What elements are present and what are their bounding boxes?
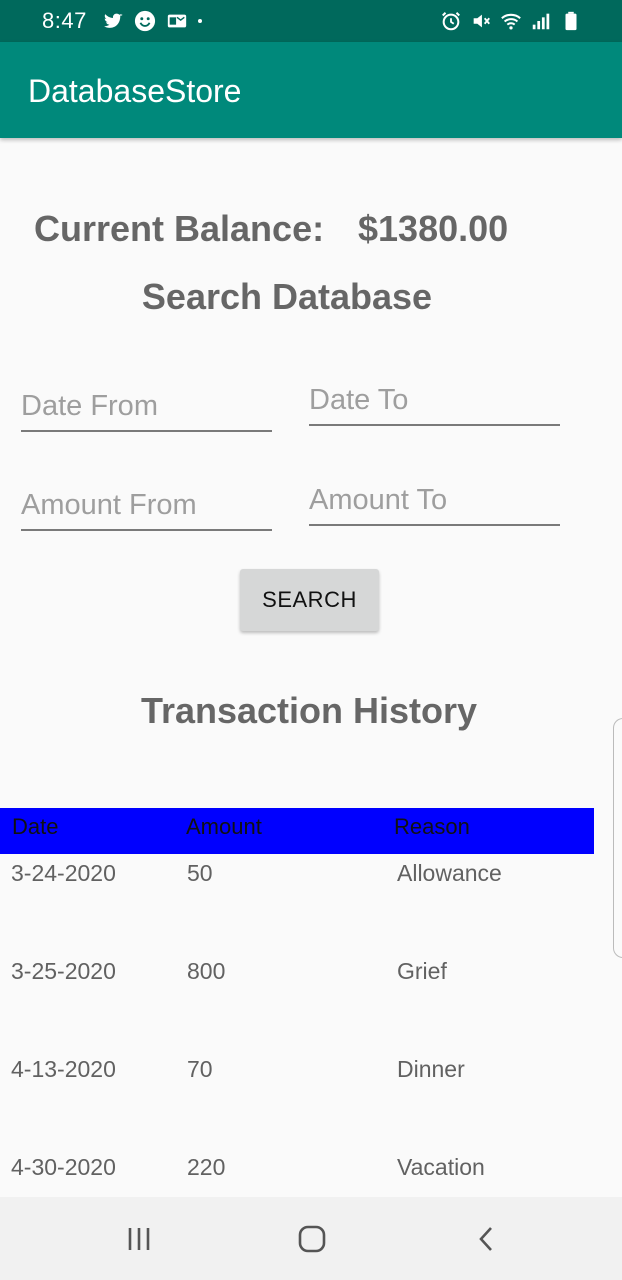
- row-amount: 220: [187, 1154, 226, 1180]
- smiley-icon: [134, 10, 156, 32]
- row-date: 3-25-2020: [11, 958, 116, 984]
- table-header: Date Amount Reason: [0, 808, 594, 854]
- app-bar: DatabaseStore: [0, 42, 622, 138]
- column-header-amount: Amount: [186, 814, 262, 839]
- date-to-input[interactable]: [309, 376, 560, 424]
- outlook-icon: [167, 14, 187, 28]
- recent-apps-button[interactable]: [117, 1217, 161, 1261]
- signal-icon: [532, 13, 550, 30]
- row-reason: Allowance: [397, 860, 502, 886]
- row-amount: 70: [187, 1056, 213, 1082]
- date-from-field: [21, 382, 272, 432]
- date-from-input[interactable]: [21, 382, 272, 430]
- row-amount: 50: [187, 860, 213, 886]
- table-row: 3-24-2020 50 Allowance: [0, 860, 594, 900]
- amount-from-input[interactable]: [21, 481, 272, 529]
- status-time: 8:47: [42, 8, 87, 33]
- row-reason: Dinner: [397, 1056, 465, 1082]
- status-right-icons: [440, 8, 582, 34]
- navigation-bar: [0, 1197, 622, 1280]
- date-to-field: [309, 376, 560, 426]
- home-button[interactable]: [290, 1217, 334, 1261]
- twitter-icon: [104, 13, 123, 28]
- balance-value: $1380.00: [358, 208, 509, 249]
- alarm-icon: [442, 12, 460, 31]
- row-amount: 800: [187, 958, 226, 984]
- amount-from-field: [21, 481, 272, 531]
- search-title: Search Database: [141, 276, 433, 317]
- edge-panel-handle[interactable]: [613, 718, 622, 958]
- home-icon: [298, 1225, 326, 1253]
- recent-apps-icon: [128, 1228, 150, 1250]
- history-title: Transaction History: [140, 690, 478, 731]
- row-reason: Grief: [397, 958, 447, 984]
- row-date: 4-30-2020: [11, 1154, 116, 1180]
- table-row: 4-13-2020 70 Dinner: [0, 1056, 594, 1096]
- wifi-icon: [501, 13, 521, 30]
- table-row: 4-30-2020 220 Vacation: [0, 1154, 594, 1194]
- status-left-icons: [102, 8, 202, 34]
- app-title: DatabaseStore: [28, 73, 242, 109]
- column-header-date: Date: [12, 814, 59, 839]
- back-button[interactable]: [465, 1217, 509, 1261]
- search-button[interactable]: SEARCH: [240, 569, 379, 631]
- amount-to-field: [309, 476, 560, 526]
- status-bar: 8:47: [0, 0, 622, 42]
- row-date: 4-13-2020: [11, 1056, 116, 1082]
- balance-label: Current Balance:: [34, 208, 325, 249]
- column-header-reason: Reason: [394, 814, 470, 839]
- amount-to-input[interactable]: [309, 476, 560, 524]
- row-reason: Vacation: [397, 1154, 485, 1180]
- mute-icon: [473, 14, 490, 28]
- table-row: 3-25-2020 800 Grief: [0, 958, 594, 998]
- notification-dot: [198, 19, 202, 23]
- battery-icon: [565, 11, 577, 31]
- back-icon: [479, 1227, 492, 1251]
- row-date: 3-24-2020: [11, 860, 116, 886]
